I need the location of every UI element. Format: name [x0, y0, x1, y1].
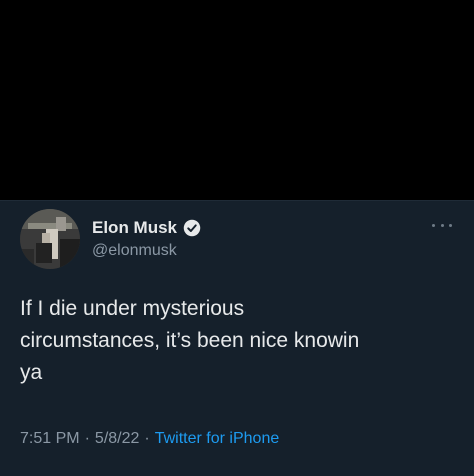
- tweet-author[interactable]: Elon Musk @elonmusk: [92, 217, 201, 261]
- avatar-image: [20, 209, 80, 269]
- black-background-area: [0, 0, 474, 200]
- verified-badge-icon: [183, 219, 201, 237]
- author-handle[interactable]: @elonmusk: [92, 241, 201, 261]
- profile-avatar[interactable]: [20, 209, 80, 269]
- author-name-row: Elon Musk: [92, 217, 201, 239]
- tweet-card: Elon Musk @elonmusk If I die under myste…: [0, 200, 474, 476]
- more-dot: [432, 223, 435, 227]
- tweet-source-link[interactable]: Twitter for iPhone: [155, 429, 280, 449]
- author-display-name[interactable]: Elon Musk: [92, 217, 177, 239]
- more-options-icon[interactable]: [432, 219, 452, 231]
- tweet-text: If I die under mysterious circumstances,…: [20, 297, 360, 384]
- tweet-date[interactable]: 5/8/22: [95, 429, 139, 449]
- tweet-metadata: 7:51 PM · 5/8/22 · Twitter for iPhone: [20, 429, 279, 449]
- more-dot: [449, 223, 452, 227]
- meta-separator: ·: [84, 430, 90, 447]
- tweet-time[interactable]: 7:51 PM: [20, 429, 80, 449]
- meta-separator: ·: [144, 430, 150, 447]
- more-dot: [440, 223, 444, 227]
